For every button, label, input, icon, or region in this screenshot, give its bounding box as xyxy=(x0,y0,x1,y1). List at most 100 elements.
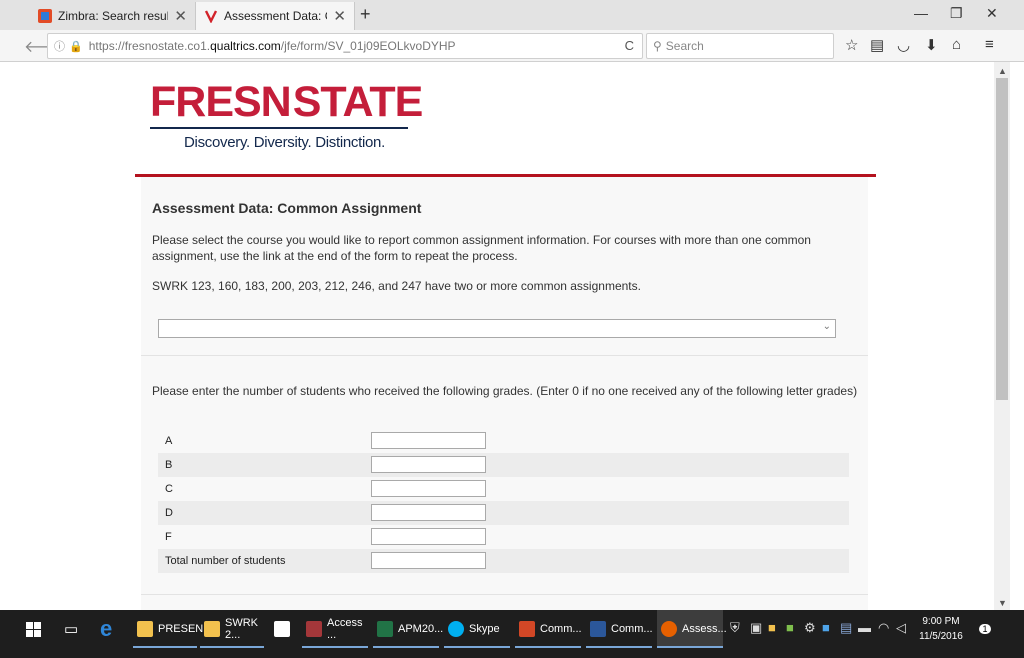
grade-label: Total number of students xyxy=(165,555,286,567)
grade-row-d: D xyxy=(158,501,849,525)
restore-icon[interactable]: ❐ xyxy=(950,5,963,22)
task-view-icon[interactable]: ▭ xyxy=(64,610,78,648)
store-glyph-icon xyxy=(274,621,290,637)
tray-keyboard-icon[interactable]: ▬ xyxy=(858,620,871,635)
taskbar-item-label: Assess... xyxy=(682,623,727,635)
grade-row-c: C xyxy=(158,477,849,501)
grade-row-b: B xyxy=(158,453,849,477)
scrollbar-thumb[interactable] xyxy=(996,78,1008,400)
taskbar-item-label: Comm... xyxy=(540,623,582,635)
grade-label: C xyxy=(165,483,173,495)
store-icon[interactable] xyxy=(274,610,295,648)
wifi-icon[interactable]: ◠ xyxy=(878,620,889,636)
taskbar-item-word[interactable]: Comm... xyxy=(586,610,653,648)
notification-count: 1 xyxy=(979,624,991,634)
taskbar-item-swrk[interactable]: SWRK 2... xyxy=(200,610,264,648)
pocket-icon[interactable]: ◡ xyxy=(897,36,910,54)
logo-rule xyxy=(150,127,408,129)
qualtrics-favicon-icon xyxy=(204,10,218,23)
url-path: /jfe/form/SV_01j09EOLkvoDYHP xyxy=(280,39,456,53)
taskbar-item-label: Comm... xyxy=(611,623,653,635)
clock-time: 9:00 PM xyxy=(922,616,960,627)
tray-folder-icon[interactable]: ■ xyxy=(768,620,776,635)
question-divider xyxy=(141,594,868,595)
reload-icon[interactable]: C xyxy=(625,38,634,53)
grade-label: F xyxy=(165,531,172,543)
windows-taskbar: ▭ e PRESEN... SWRK 2... Access ... APM20… xyxy=(0,610,1024,658)
edge-icon[interactable]: e xyxy=(100,610,112,648)
taskbar-item-firefox[interactable]: Assess... xyxy=(657,610,727,648)
grade-d-input[interactable] xyxy=(371,504,486,521)
tab-assessment[interactable]: Assessment Data: Commo... ✕ xyxy=(195,2,355,30)
taskbar-item-presentation[interactable]: PRESEN... xyxy=(133,610,212,648)
skype-icon xyxy=(448,621,464,637)
firefox-icon xyxy=(661,621,677,637)
close-tab-icon[interactable]: ✕ xyxy=(174,7,187,25)
close-window-icon[interactable]: ✕ xyxy=(986,5,998,22)
grade-label: B xyxy=(165,459,173,471)
grade-label: A xyxy=(165,435,173,447)
grade-row-total: Total number of students xyxy=(158,549,849,573)
reading-list-icon[interactable]: ▤ xyxy=(870,36,884,54)
close-tab-icon[interactable]: ✕ xyxy=(333,7,346,25)
address-bar[interactable]: ⓘ 🔒 https://fresnostate.co1. qualtrics.co… xyxy=(47,33,643,59)
grade-a-input[interactable] xyxy=(371,432,486,449)
logo-tagline: Discovery. Diversity. Distinction. xyxy=(184,134,385,151)
taskbar-item-access[interactable]: Access ... xyxy=(302,610,368,648)
clock-date: 11/5/2016 xyxy=(919,631,963,642)
folder-icon xyxy=(137,621,153,637)
scroll-up-icon[interactable]: ▲ xyxy=(998,66,1007,76)
tray-display-icon[interactable]: ▤ xyxy=(840,620,852,636)
word-icon xyxy=(590,621,606,637)
grade-c-input[interactable] xyxy=(371,480,486,497)
taskbar-item-label: Access ... xyxy=(327,617,363,641)
shield-icon[interactable]: ⛨ xyxy=(730,620,740,636)
fresno-state-logo: FRESN STATE Discovery. Diversity. Distin… xyxy=(150,78,423,172)
bookmark-star-icon[interactable]: ☆ xyxy=(845,36,858,54)
course-select[interactable]: ⌄ xyxy=(158,319,836,338)
navigation-bar: 🡐 ⓘ 🔒 https://fresnostate.co1. qualtrics.… xyxy=(0,30,1024,62)
tab-strip: Zimbra: Search results ✕ Assessment Data… xyxy=(0,0,1024,30)
tray-network-tool-icon[interactable]: ⚙ xyxy=(804,620,816,636)
grade-b-input[interactable] xyxy=(371,456,486,473)
home-icon[interactable]: ⌂ xyxy=(952,36,961,53)
action-center-icon[interactable]: 1 xyxy=(976,610,994,648)
info-icon[interactable]: ⓘ xyxy=(54,38,65,54)
taskbar-item-powerpoint[interactable]: Comm... xyxy=(515,610,582,648)
powerpoint-icon xyxy=(519,621,535,637)
tab-title: Assessment Data: Commo... xyxy=(224,9,327,23)
page-content: FRESN STATE Discovery. Diversity. Distin… xyxy=(0,62,994,610)
chevron-down-icon: ⌄ xyxy=(822,321,831,332)
total-students-input[interactable] xyxy=(371,552,486,569)
tray-notes-icon[interactable]: ■ xyxy=(786,620,794,635)
taskbar-item-excel[interactable]: APM20... xyxy=(373,610,443,648)
menu-icon[interactable]: ≡ xyxy=(985,36,994,53)
tab-title: Zimbra: Search results xyxy=(58,9,169,23)
taskbar-item-skype[interactable]: Skype xyxy=(444,610,510,648)
system-clock[interactable]: 9:00 PM 11/5/2016 xyxy=(912,614,970,644)
taskbar-item-label: SWRK 2... xyxy=(225,617,258,641)
question-divider xyxy=(141,355,868,356)
url-domain: qualtrics.com xyxy=(210,39,281,53)
search-placeholder: Search xyxy=(665,39,704,53)
vertical-scrollbar[interactable]: ▲ ▼ xyxy=(994,62,1010,610)
new-tab-button[interactable]: + xyxy=(360,4,371,25)
search-input[interactable]: ⚲ Search xyxy=(646,33,834,59)
zimbra-favicon-icon xyxy=(38,9,52,23)
grade-f-input[interactable] xyxy=(371,528,486,545)
grade-row-a: A xyxy=(158,429,849,453)
access-icon xyxy=(306,621,322,637)
scroll-down-icon[interactable]: ▼ xyxy=(998,598,1007,608)
survey-note: SWRK 123, 160, 183, 200, 203, 212, 246, … xyxy=(152,279,641,293)
logo-word-left: FRESN xyxy=(150,78,292,126)
tray-app-icon[interactable]: ▣ xyxy=(750,620,762,636)
start-button[interactable] xyxy=(26,610,41,648)
windows-logo-icon xyxy=(26,621,41,637)
tray-update-icon[interactable]: ■ xyxy=(822,620,830,635)
volume-icon[interactable]: ◁ xyxy=(896,620,906,636)
download-icon[interactable]: ⬇ xyxy=(925,36,938,54)
tab-zimbra[interactable]: Zimbra: Search results ✕ xyxy=(30,2,195,30)
grade-row-f: F xyxy=(158,525,849,549)
minimize-icon[interactable]: — xyxy=(914,5,928,21)
survey-title: Assessment Data: Common Assignment xyxy=(152,200,422,216)
